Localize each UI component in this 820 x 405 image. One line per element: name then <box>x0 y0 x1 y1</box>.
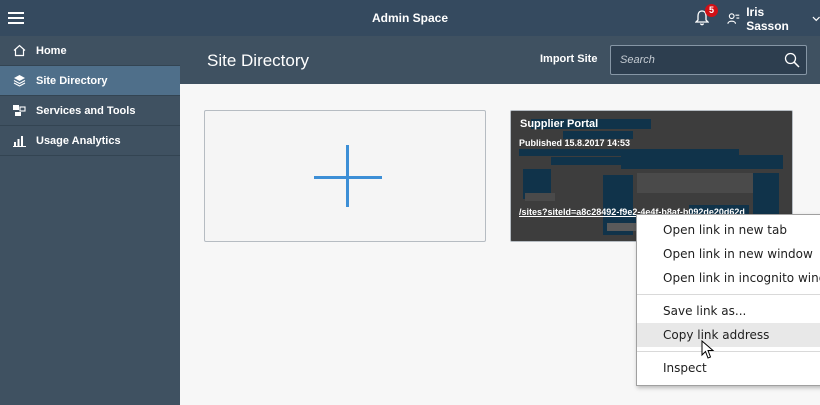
home-icon <box>12 44 26 58</box>
sidebar-item-home[interactable]: Home <box>0 36 180 66</box>
search-icon[interactable] <box>784 52 800 68</box>
page-title: Site Directory <box>207 51 310 70</box>
site-directory-icon <box>12 74 26 88</box>
chevron-down-icon <box>812 16 820 22</box>
sidebar-item-usage-analytics[interactable]: Usage Analytics <box>0 126 180 156</box>
add-site-tile[interactable] <box>204 110 486 242</box>
search-field <box>610 45 807 75</box>
sidebar-item-site-directory[interactable]: Site Directory <box>0 66 180 96</box>
notification-badge: 5 <box>705 4 718 17</box>
services-tools-icon <box>12 104 26 118</box>
sidebar-item-services-and-tools[interactable]: Services and Tools <box>0 96 180 126</box>
page-header: Site Directory Import Site <box>180 36 820 84</box>
site-name: Supplier Portal <box>520 118 599 130</box>
user-menu[interactable]: Iris Sasson <box>727 5 820 33</box>
search-input[interactable] <box>611 46 779 74</box>
menu-item-open-new-tab[interactable]: Open link in new tab <box>637 218 820 242</box>
menu-item-open-new-window[interactable]: Open link in new window <box>637 242 820 266</box>
shell-bar: Admin Space 5 Iris Sasson <box>0 0 820 36</box>
menu-item-inspect[interactable]: Inspect <box>637 356 820 380</box>
context-menu: Open link in new tab Open link in new wi… <box>636 214 820 386</box>
mouse-cursor-icon <box>701 340 715 359</box>
sidebar-item-label: Site Directory <box>36 74 108 87</box>
user-name: Iris Sasson <box>746 5 789 33</box>
import-site-button[interactable]: Import Site <box>540 53 597 65</box>
sidebar-item-label: Usage Analytics <box>36 134 121 147</box>
menu-divider <box>637 294 820 295</box>
sidebar: Home Site Directory Services and Tools U… <box>0 36 180 405</box>
menu-item-save-link-as[interactable]: Save link as... <box>637 299 820 323</box>
menu-item-copy-link-address[interactable]: Copy link address <box>637 323 820 347</box>
sidebar-item-label: Services and Tools <box>36 104 136 117</box>
site-published-date: Published 15.8.2017 14:53 <box>519 138 631 148</box>
menu-divider <box>637 351 820 352</box>
sidebar-item-label: Home <box>36 44 67 57</box>
notifications-button[interactable]: 5 <box>695 4 718 28</box>
user-icon <box>727 13 740 24</box>
menu-item-open-incognito[interactable]: Open link in incognito window <box>637 266 820 290</box>
analytics-icon <box>12 134 26 148</box>
